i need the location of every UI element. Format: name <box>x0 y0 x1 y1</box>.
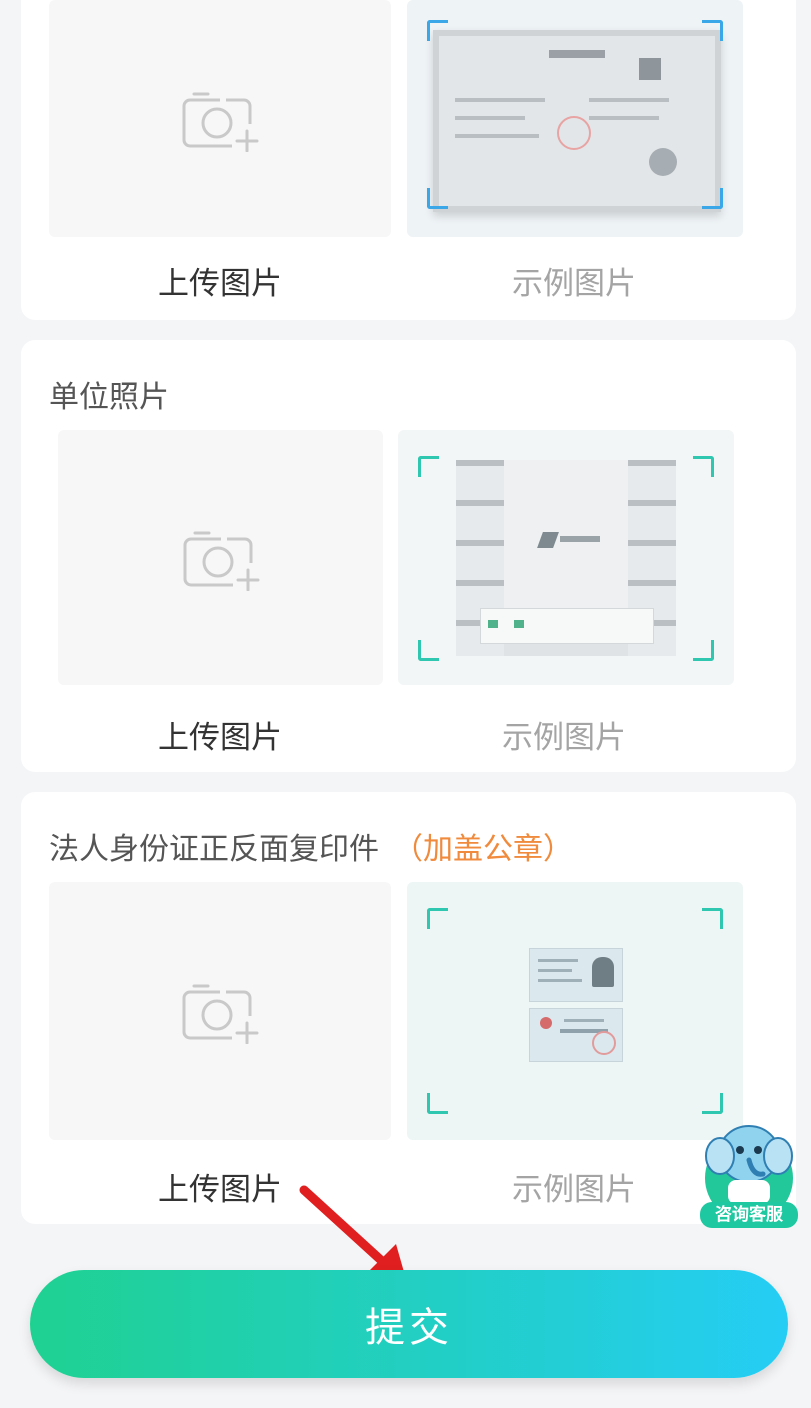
section-title-text: 法人身份证正反面复印件 <box>49 832 379 867</box>
example-image-id-card-copy <box>407 882 743 1140</box>
upload-label: 上传图片 <box>158 720 282 756</box>
customer-service-label: 咨询客服 <box>700 1202 798 1228</box>
upload-tile[interactable] <box>58 430 383 685</box>
camera-add-icon <box>183 531 259 591</box>
example-image-business-license <box>407 0 743 237</box>
example-label: 示例图片 <box>512 1172 636 1208</box>
stamp-note: （加盖公章） <box>393 832 573 867</box>
upload-tile[interactable] <box>49 0 391 237</box>
unit-photo-card: 单位照片 上传图片 示例图片 <box>21 340 796 772</box>
customer-service-button[interactable]: 咨询客服 <box>700 1120 798 1230</box>
upload-tile[interactable] <box>49 882 391 1140</box>
example-label: 示例图片 <box>502 720 626 756</box>
upload-label: 上传图片 <box>158 266 282 302</box>
camera-add-icon <box>182 984 259 1044</box>
example-image-office-photo <box>398 430 734 685</box>
business-license-card: 上传图片 示例图片 <box>21 0 796 320</box>
legal-person-id-card: 法人身份证正反面复印件 （加盖公章） 上传图片 示例图片 <box>21 792 796 1224</box>
section-title: 法人身份证正反面复印件 （加盖公章） <box>49 824 573 868</box>
section-title: 单位照片 <box>49 380 169 415</box>
example-label: 示例图片 <box>512 266 636 302</box>
camera-add-icon <box>182 92 259 152</box>
submit-button[interactable]: 提交 <box>30 1270 788 1378</box>
